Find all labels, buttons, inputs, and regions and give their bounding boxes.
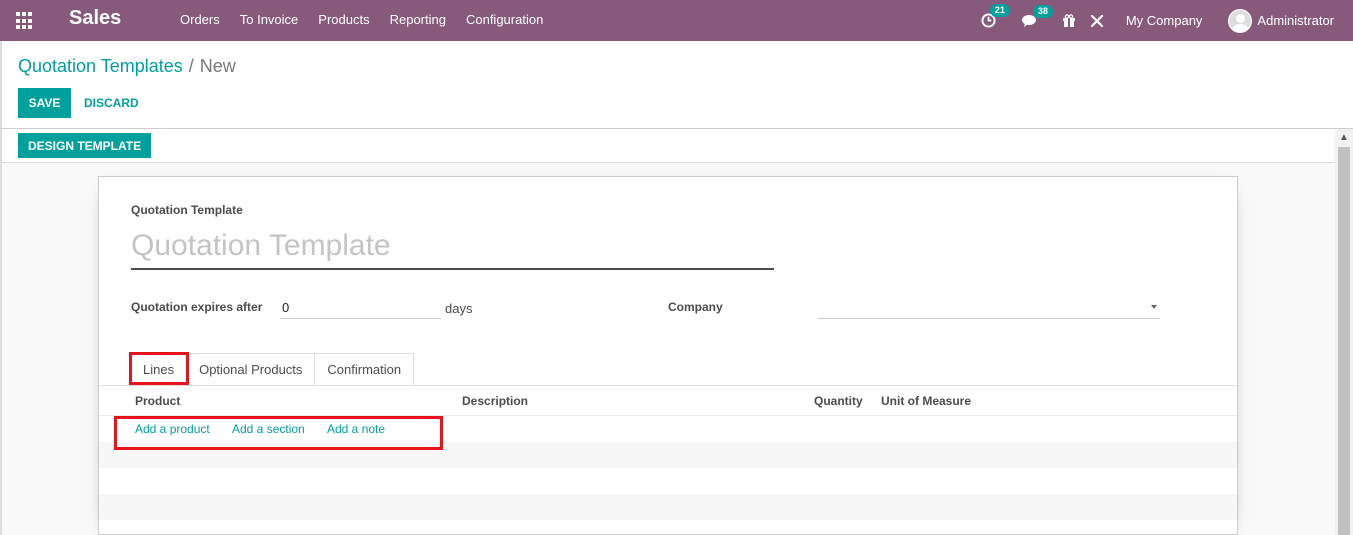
table-row — [99, 494, 1237, 520]
expires-unit: days — [445, 301, 473, 316]
form-statusbar: Design Template — [0, 129, 1335, 163]
breadcrumb: Quotation Templates / New — [18, 56, 236, 77]
discard-button[interactable]: Discard — [76, 88, 147, 118]
template-name-label: Quotation Template — [131, 203, 243, 217]
company-switcher[interactable]: My Company — [1126, 13, 1203, 28]
tab-lines[interactable]: Lines — [130, 353, 188, 386]
template-name-input[interactable] — [131, 224, 774, 270]
top-navbar: Sales Orders To Invoice Products Reporti… — [0, 0, 1353, 41]
menu-item-orders[interactable]: Orders — [170, 12, 230, 27]
control-panel: Quotation Templates / New Save Discard — [0, 41, 1353, 129]
expires-label: Quotation expires after — [131, 300, 263, 314]
debug-tools-button[interactable] — [1090, 14, 1104, 28]
user-name: Administrator — [1257, 13, 1334, 28]
scrollbar[interactable]: ▲ — [1335, 129, 1353, 535]
lines-table-header: Product Description Quantity Unit of Mea… — [99, 386, 1237, 416]
tab-confirmation[interactable]: Confirmation — [314, 353, 415, 386]
table-row — [99, 468, 1237, 494]
company-label: Company — [668, 300, 723, 314]
save-button[interactable]: Save — [18, 88, 71, 118]
tab-optional-products[interactable]: Optional Products — [186, 353, 316, 386]
scroll-thumb[interactable] — [1338, 147, 1350, 535]
design-template-button[interactable]: Design Template — [18, 133, 152, 158]
column-unit-of-measure[interactable]: Unit of Measure — [881, 394, 971, 408]
app-brand: Sales — [69, 7, 122, 29]
tools-icon — [1090, 14, 1103, 27]
menu-item-to-invoice[interactable]: To Invoice — [230, 12, 309, 27]
apps-menu-icon[interactable] — [16, 12, 34, 30]
table-row: Add a product Add a section Add a note — [99, 416, 1237, 442]
column-quantity[interactable]: Quantity — [814, 394, 863, 408]
user-menu[interactable]: Administrator — [1228, 8, 1334, 33]
messages-button[interactable]: 38 — [1021, 4, 1053, 28]
activity-count-badge: 21 — [989, 4, 1010, 17]
menu-item-configuration[interactable]: Configuration — [456, 12, 553, 27]
systray: 21 38 My Company Administrator — [981, 0, 1353, 41]
menu-item-products[interactable]: Products — [308, 12, 379, 27]
message-count-badge: 38 — [1032, 4, 1053, 18]
gift-icon — [1062, 13, 1075, 27]
expires-input[interactable] — [280, 297, 441, 319]
form-sheet: Quotation Template Quotation expires aft… — [98, 176, 1238, 535]
column-product[interactable]: Product — [135, 394, 180, 408]
scroll-up-arrow-icon[interactable]: ▲ — [1335, 129, 1353, 147]
add-product-link[interactable]: Add a product — [135, 422, 210, 436]
activity-button[interactable]: 21 — [981, 4, 1010, 28]
main-menu: Orders To Invoice Products Reporting Con… — [170, 12, 553, 27]
table-row — [99, 442, 1237, 468]
menu-item-reporting[interactable]: Reporting — [380, 12, 456, 27]
gift-button[interactable] — [1062, 13, 1076, 28]
company-select[interactable] — [818, 297, 1160, 319]
caret-down-icon — [1151, 305, 1157, 309]
add-note-link[interactable]: Add a note — [327, 422, 385, 436]
notebook-tabs: Lines Optional Products Confirmation — [130, 353, 415, 386]
breadcrumb-separator: / — [188, 56, 194, 76]
avatar — [1228, 8, 1253, 33]
add-section-link[interactable]: Add a section — [232, 422, 305, 436]
breadcrumb-quotation-templates[interactable]: Quotation Templates — [18, 56, 183, 76]
breadcrumb-current: New — [199, 56, 236, 76]
column-description[interactable]: Description — [462, 394, 528, 408]
